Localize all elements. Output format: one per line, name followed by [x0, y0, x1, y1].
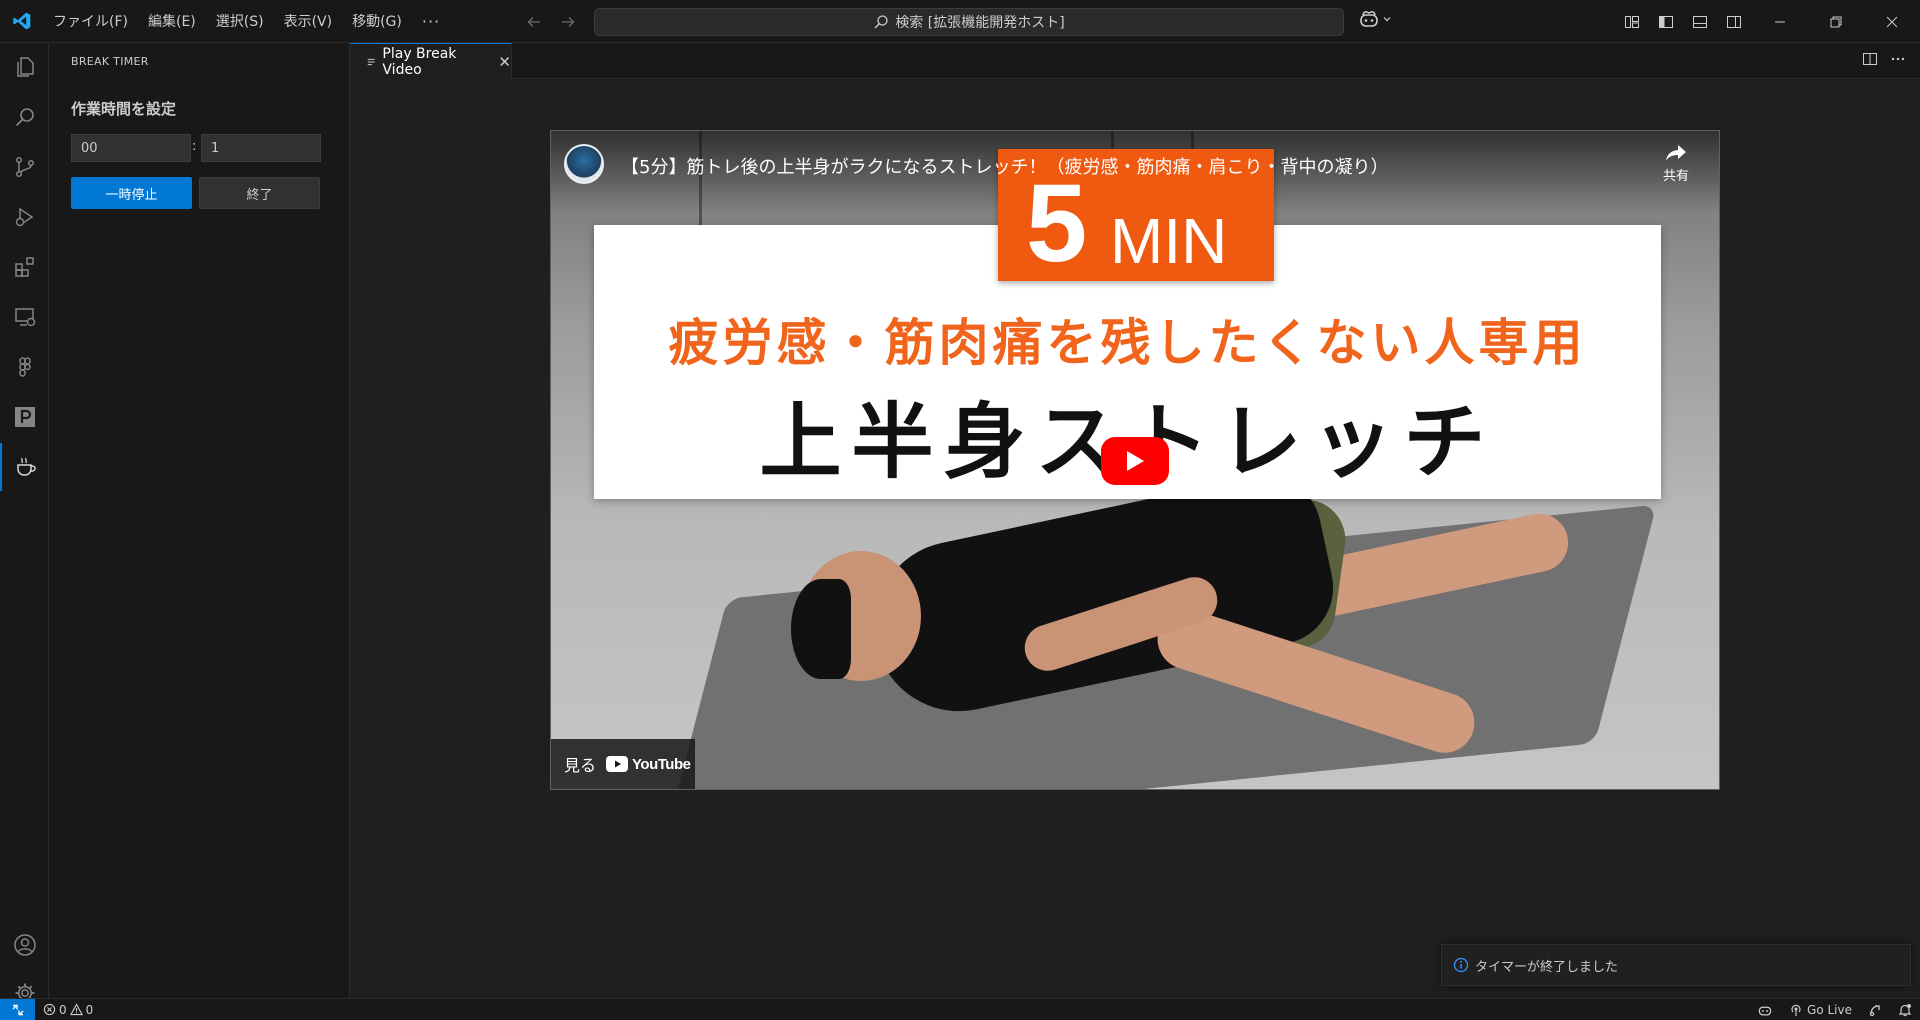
bell-dot-icon [1898, 1004, 1912, 1017]
toggle-panel-icon[interactable] [1688, 10, 1712, 34]
copilot-status-icon [1758, 1006, 1772, 1016]
tab-close-icon[interactable]: ✕ [498, 53, 511, 71]
command-center-search[interactable]: 検索 [拡張機能開発ホスト] [594, 8, 1344, 36]
menu-bar: ファイル(F) 編集(E) 選択(S) 表示(V) 移動(G) ··· [43, 0, 450, 43]
broadcast-icon [1791, 1004, 1801, 1016]
menu-go[interactable]: 移動(G) [342, 0, 412, 43]
video-title[interactable]: 【5分】筋トレ後の上半身がラクになるストレッチ！（疲労感・筋肉痛・肩こり・背中の… [621, 153, 1388, 179]
chevron-down-icon [1383, 17, 1391, 22]
youtube-video-player[interactable]: 疲労感・筋肉痛を残したくない人専用 上半身ストレッチ 5 MIN 【5分】筋トレ… [550, 130, 1720, 790]
restore-icon[interactable] [1808, 0, 1864, 43]
warning-count: 0 [85, 1002, 94, 1017]
menu-file[interactable]: ファイル(F) [43, 0, 138, 43]
share-label: 共有 [1662, 169, 1689, 184]
copilot-icon [1360, 11, 1378, 27]
figma-icon[interactable] [0, 343, 49, 391]
watch-on-label: 見る [564, 756, 597, 775]
youtube-play-icon [606, 756, 629, 772]
extension-status[interactable] [1868, 1003, 1882, 1017]
error-count: 0 [59, 1002, 67, 1017]
youtube-wordmark: YouTube [632, 755, 691, 773]
banner-subtitle: 疲労感・筋肉痛を残したくない人専用 [668, 314, 1587, 372]
warning-icon [69, 1003, 83, 1016]
editor-tab-bar: Play Break Video ✕ [350, 43, 1920, 79]
forward-arrow-icon[interactable] [556, 10, 580, 34]
tab-label: Play Break Video [382, 45, 457, 78]
person-image [791, 579, 851, 679]
channel-avatar[interactable] [564, 144, 604, 184]
break-timer-sidebar: BREAK TIMER 作業時間を設定 : 一時停止 終了 [49, 43, 350, 998]
share-icon [1665, 145, 1686, 161]
layout-controls [1620, 10, 1746, 34]
vscode-logo-icon [0, 0, 43, 43]
back-arrow-icon[interactable] [522, 10, 546, 34]
editor-actions [1862, 51, 1906, 67]
more-actions-icon[interactable] [1890, 51, 1906, 67]
toggle-primary-sidebar-icon[interactable] [1654, 10, 1678, 34]
notifications-bell[interactable] [1898, 1003, 1912, 1017]
command-center-label: 検索 [拡張機能開発ホスト] [895, 15, 1065, 31]
close-window-icon[interactable] [1864, 0, 1920, 43]
accounts-icon[interactable] [0, 921, 49, 969]
tab-play-break-video[interactable]: Play Break Video ✕ [350, 43, 512, 79]
explorer-icon[interactable] [0, 43, 49, 91]
split-editor-icon[interactable] [1862, 51, 1878, 67]
go-live-label: Go Live [1807, 1003, 1852, 1017]
remote-explorer-icon[interactable] [0, 293, 49, 341]
status-right-items: Go Live [1757, 999, 1912, 1020]
window-controls [1752, 0, 1920, 43]
copilot-status[interactable] [1757, 1003, 1773, 1017]
activity-bar [0, 43, 49, 1003]
watch-on-youtube-button[interactable]: 見る YouTube [551, 739, 695, 789]
title-bar: ファイル(F) 編集(E) 選択(S) 表示(V) 移動(G) ··· 検索 [… [0, 0, 1920, 43]
play-button[interactable] [1101, 437, 1169, 485]
hours-input[interactable] [71, 134, 191, 162]
end-button[interactable]: 終了 [199, 177, 320, 209]
time-separator: : [192, 139, 197, 154]
status-bar: 0 0 Go Live [0, 998, 1920, 1020]
minutes-input[interactable] [201, 134, 321, 162]
remote-icon [12, 1004, 23, 1015]
remote-indicator[interactable] [0, 998, 35, 1020]
go-live-button[interactable]: Go Live [1789, 1003, 1852, 1017]
menu-selection[interactable]: 選択(S) [206, 0, 274, 43]
extensions-icon[interactable] [0, 243, 49, 291]
menu-more-icon[interactable]: ··· [412, 12, 450, 31]
sidebar-title: BREAK TIMER [71, 55, 149, 68]
problems-indicator[interactable]: 0 0 [35, 1003, 93, 1017]
menu-view[interactable]: 表示(V) [274, 0, 343, 43]
menu-edit[interactable]: 編集(E) [138, 0, 206, 43]
search-activity-icon[interactable] [0, 93, 49, 141]
pause-button[interactable]: 一時停止 [71, 177, 192, 209]
source-control-icon[interactable] [0, 143, 49, 191]
share-button[interactable]: 共有 [1663, 143, 1689, 184]
badge-number: 5 [1026, 162, 1088, 285]
play-icon [1127, 451, 1144, 471]
youtube-logo: YouTube [606, 755, 691, 773]
navigation-arrows [522, 10, 580, 34]
customize-layout-icon[interactable] [1620, 10, 1644, 34]
extension-status-icon [1869, 1005, 1880, 1017]
run-debug-icon[interactable] [0, 193, 49, 241]
search-icon [874, 15, 888, 29]
preview-icon [367, 58, 375, 65]
notification-toast[interactable]: タイマーが終了しました [1441, 944, 1911, 986]
error-icon [43, 1003, 56, 1016]
work-time-heading: 作業時間を設定 [71, 100, 177, 118]
badge-unit: MIN [1110, 205, 1228, 277]
p-extension-icon[interactable] [0, 393, 49, 441]
break-timer-icon[interactable] [0, 443, 49, 491]
copilot-button[interactable] [1358, 9, 1392, 29]
minimize-icon[interactable] [1752, 0, 1808, 43]
toggle-secondary-sidebar-icon[interactable] [1722, 10, 1746, 34]
notification-text: タイマーが終了しました [1475, 959, 1619, 975]
info-icon [1453, 957, 1469, 973]
